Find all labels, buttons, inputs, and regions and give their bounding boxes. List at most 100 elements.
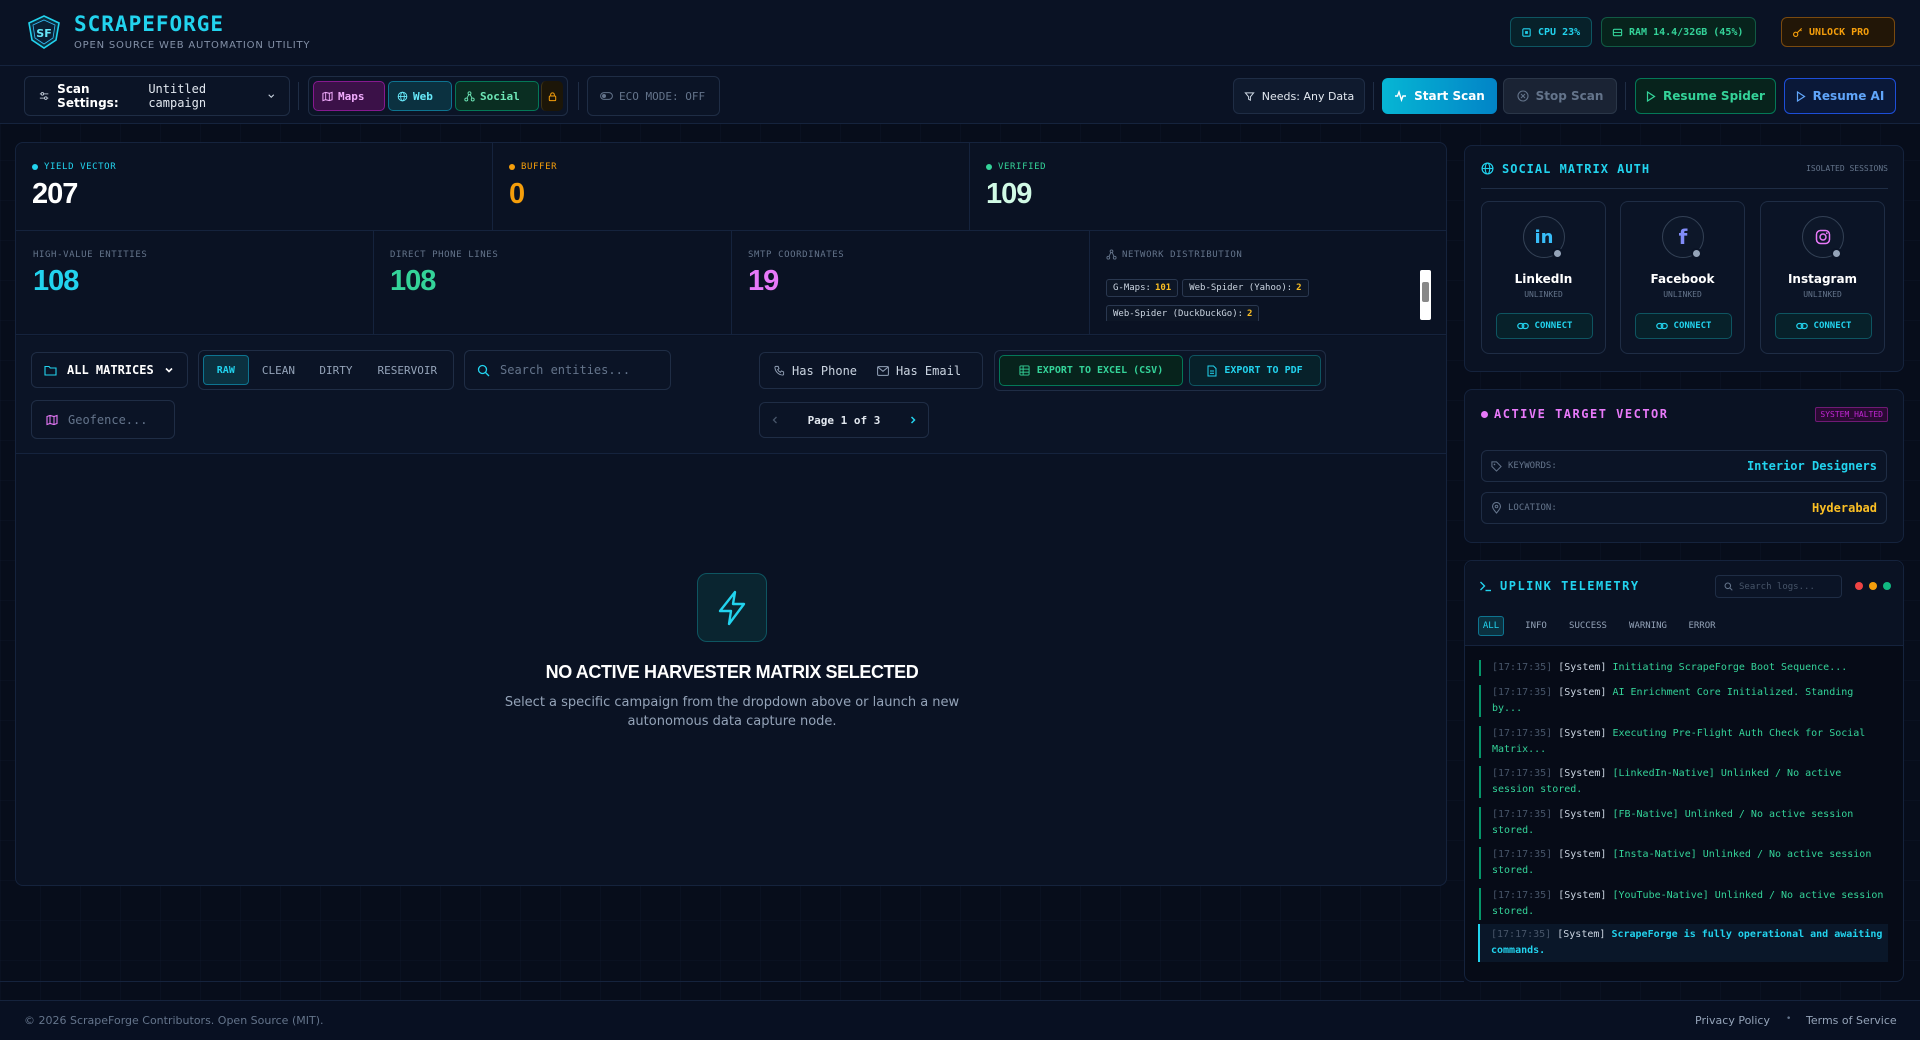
status-dot: [1691, 248, 1702, 259]
empty-state: NO ACTIVE HARVESTER MATRIX SELECTED Sele…: [432, 573, 1032, 743]
log-entry: [17:17:35] [System] Initiating ScrapeFor…: [1479, 660, 1888, 676]
resume-spider-button[interactable]: Resume Spider: [1635, 78, 1776, 114]
yield-vector-stat: YIELD VECTOR 207: [32, 162, 116, 211]
geofence-field[interactable]: Geofence...: [31, 400, 175, 439]
tag-icon: [1491, 460, 1502, 472]
privacy-policy-link[interactable]: Privacy Policy: [1695, 1014, 1770, 1027]
status-dot: [1831, 248, 1842, 259]
mode-maps-label: Maps: [338, 89, 365, 103]
log-filter-success[interactable]: SUCCESS: [1562, 616, 1614, 636]
log-filter-warning[interactable]: WARNING: [1622, 616, 1674, 636]
status-dot: [32, 163, 38, 170]
needs-filter-label: Needs: Any Data: [1261, 89, 1355, 103]
stop-scan-button[interactable]: Stop Scan: [1503, 78, 1617, 114]
log-search-placeholder: Search logs...: [1739, 581, 1815, 592]
verified-stat: VERIFIED 109: [986, 162, 1046, 211]
export-pdf-button[interactable]: EXPORT TO PDF: [1189, 355, 1321, 386]
ram-icon: [1612, 28, 1623, 36]
facebook-connect-button[interactable]: CONNECT: [1635, 313, 1732, 339]
keywords-label: KEYWORDS:: [1508, 461, 1557, 471]
spreadsheet-icon: [1019, 365, 1030, 376]
eco-mode-toggle[interactable]: ECO MODE: OFF: [587, 76, 720, 116]
sliders-icon: [39, 92, 49, 100]
search-entities-field[interactable]: Search entities...: [464, 350, 671, 390]
network-icon: [1106, 249, 1117, 260]
pulse-icon: [1395, 90, 1407, 102]
network-scrollbar[interactable]: [1420, 270, 1431, 320]
chevron-left-icon[interactable]: [770, 415, 780, 425]
app-title: SCRAPEFORGE: [74, 12, 225, 36]
network-chip-count: 101: [1154, 283, 1172, 293]
log-source: [System]: [1558, 849, 1607, 860]
terms-of-service-link[interactable]: Terms of Service: [1806, 1014, 1897, 1027]
log-filter-error-label: ERROR: [1688, 621, 1716, 631]
page-indicator: Page 1 of 3: [807, 413, 881, 427]
lock-icon: [548, 91, 557, 101]
mode-web-label: Web: [413, 89, 433, 103]
resume-spider-label: Resume Spider: [1663, 89, 1765, 103]
chevron-right-icon[interactable]: [908, 415, 918, 425]
log-time: [17:17:35]: [1492, 890, 1553, 901]
tab-clean[interactable]: CLEAN: [251, 355, 307, 385]
tab-dirty[interactable]: DIRTY: [308, 355, 364, 385]
all-matrices-dropdown[interactable]: ALL MATRICES: [31, 352, 188, 388]
log-entry: [17:17:35] [System] [YouTube-Native] Unl…: [1479, 888, 1888, 920]
contact-filter-group: Has Phone Has Email: [759, 352, 983, 389]
facebook-status: UNLINKED: [1663, 290, 1702, 299]
log-filter-error[interactable]: ERROR: [1682, 616, 1722, 636]
globe-icon: [397, 91, 408, 101]
export-csv-button[interactable]: EXPORT TO EXCEL (CSV): [999, 355, 1183, 386]
toolbar-divider: [298, 82, 299, 110]
social-matrix-header: SOCIAL MATRIX AUTH ISOLATED SESSIONS: [1481, 159, 1888, 189]
eco-mode-label: ECO MODE: OFF: [619, 89, 706, 103]
log-source: [System]: [1558, 728, 1607, 739]
document-icon: [1207, 365, 1217, 376]
campaign-name: Untitled campaign: [148, 82, 207, 110]
log-time: [17:17:35]: [1491, 929, 1552, 940]
high-value-label: HIGH-VALUE ENTITIES: [33, 250, 148, 260]
unlock-pro-button[interactable]: UNLOCK PRO: [1781, 17, 1895, 47]
phone-lines-label: DIRECT PHONE LINES: [390, 250, 499, 260]
toolbar-divider: [1625, 82, 1626, 110]
search-icon: [1724, 582, 1733, 591]
location-label: LOCATION:: [1508, 503, 1557, 513]
stat-divider: [731, 231, 732, 335]
instagram-connect-button[interactable]: CONNECT: [1775, 313, 1872, 339]
active-target-title: ACTIVE TARGET VECTOR: [1494, 407, 1669, 421]
log-search-field[interactable]: Search logs...: [1715, 575, 1842, 598]
linkedin-name: LinkedIn: [1514, 272, 1573, 286]
map-pin-icon: [1491, 502, 1502, 514]
unlock-pro-label: UNLOCK PRO: [1809, 26, 1870, 38]
log-filter-all[interactable]: ALL: [1478, 616, 1504, 636]
mode-web-button[interactable]: Web: [388, 81, 452, 111]
tab-reservoir[interactable]: RESERVOIR: [366, 355, 449, 385]
link-icon: [1516, 322, 1529, 330]
needs-filter-button[interactable]: Needs: Any Data: [1233, 78, 1365, 114]
telemetry-title: UPLINK TELEMETRY: [1500, 579, 1640, 593]
has-email-toggle[interactable]: Has Email: [877, 364, 961, 378]
scan-settings-dropdown[interactable]: Scan Settings: Untitled campaign: [24, 76, 290, 116]
resume-ai-button[interactable]: Resume AI: [1784, 78, 1896, 114]
log-filter-info[interactable]: INFO: [1516, 616, 1556, 636]
facebook-icon: f: [1678, 225, 1688, 249]
window-dot-green: [1883, 582, 1891, 590]
folder-icon: [44, 365, 57, 376]
start-scan-button[interactable]: Start Scan: [1382, 78, 1497, 114]
log-source: [System]: [1558, 662, 1607, 673]
tab-raw[interactable]: RAW: [203, 355, 249, 385]
mode-maps-button[interactable]: Maps: [313, 81, 385, 111]
mode-social-button[interactable]: Social: [455, 81, 539, 111]
social-lock-button[interactable]: [541, 81, 563, 111]
log-time: [17:17:35]: [1492, 662, 1553, 673]
smtp-value: 19: [748, 265, 779, 297]
export-csv-label: EXPORT TO EXCEL (CSV): [1036, 365, 1164, 376]
has-phone-toggle[interactable]: Has Phone: [774, 364, 857, 378]
linkedin-status: UNLINKED: [1524, 290, 1563, 299]
log-source: [System]: [1557, 929, 1606, 940]
linkedin-connect-button[interactable]: CONNECT: [1496, 313, 1593, 339]
log-entry-highlight: [17:17:35] [System] ScrapeForge is fully…: [1478, 924, 1888, 962]
facebook-name: Facebook: [1650, 272, 1715, 286]
log-entry: [17:17:35] [System] AI Enrichment Core I…: [1479, 685, 1888, 717]
linkedin-icon: in: [1534, 226, 1554, 248]
yield-vector-value: 207: [32, 178, 78, 210]
